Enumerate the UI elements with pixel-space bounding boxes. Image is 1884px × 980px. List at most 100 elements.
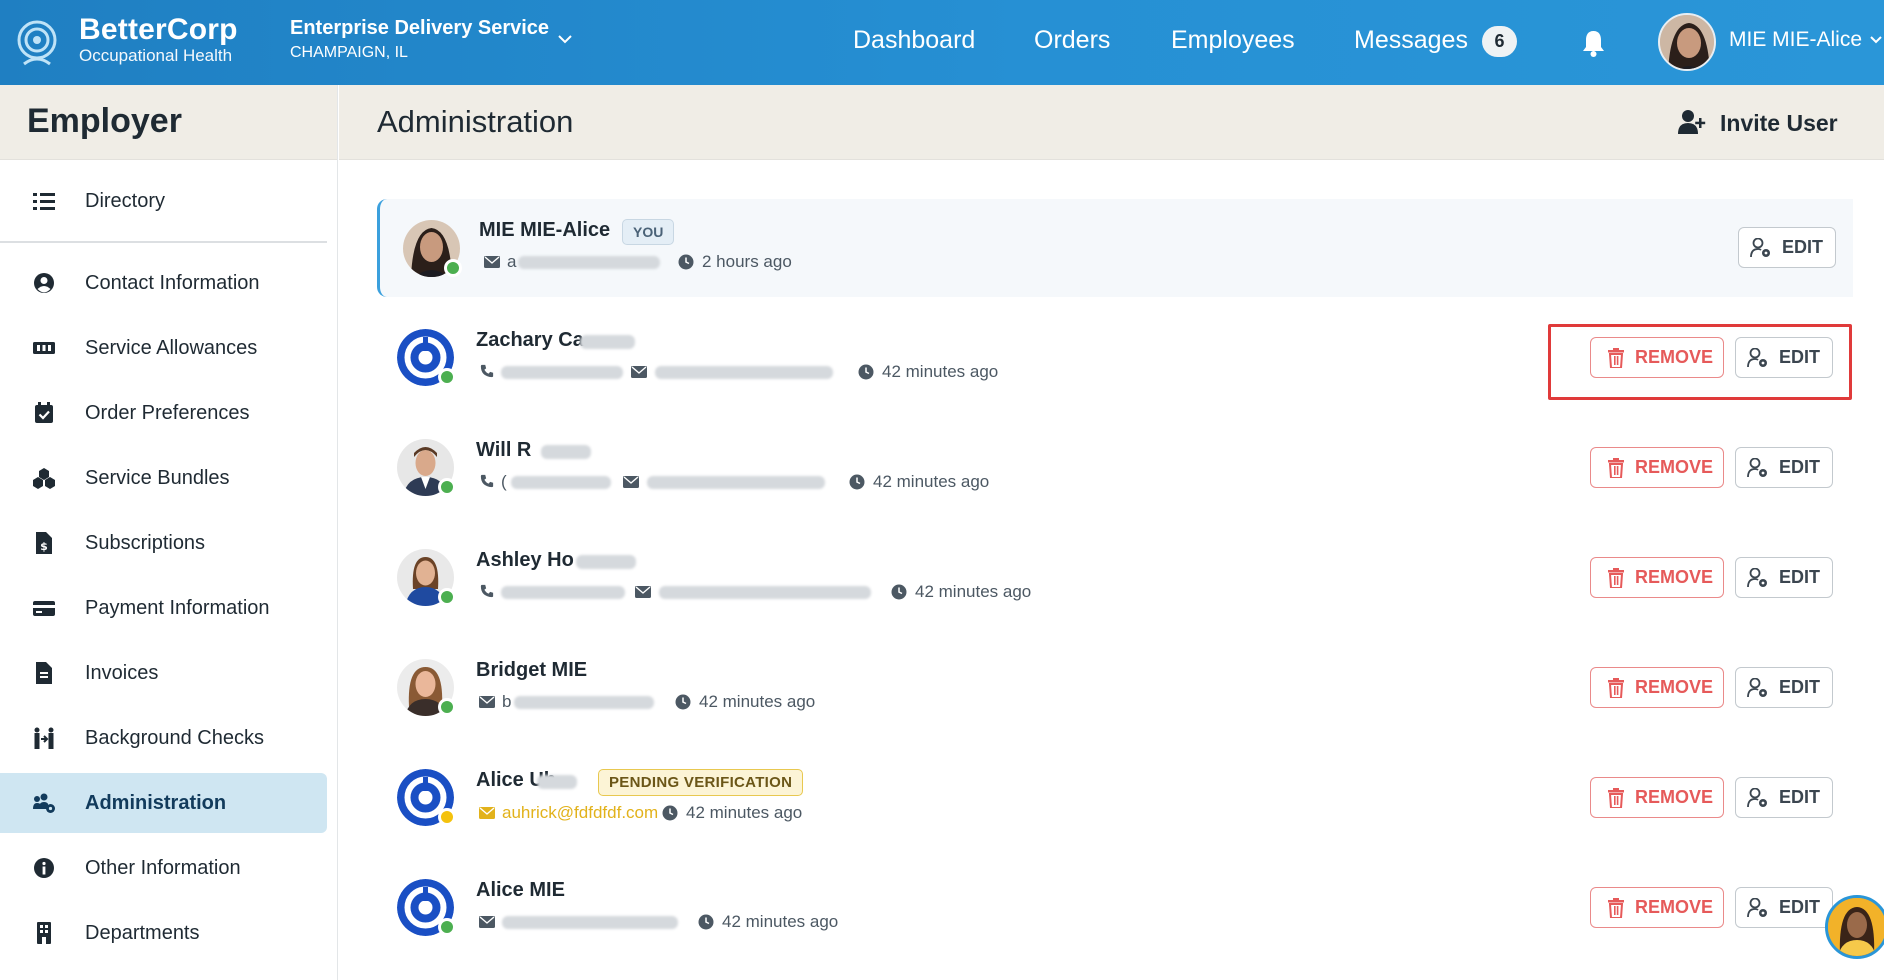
remove-button[interactable]: REMOVE: [1590, 667, 1724, 708]
edit-button[interactable]: EDIT: [1735, 557, 1833, 598]
user-meta: a 2 hours ago: [484, 250, 884, 274]
nav-dashboard[interactable]: Dashboard: [853, 22, 975, 58]
company-switcher[interactable]: Enterprise Delivery Service CHAMPAIGN, I…: [290, 16, 549, 64]
sidebar-item-other-information[interactable]: Other Information: [0, 838, 327, 898]
last-active-time: 42 minutes ago: [699, 692, 816, 711]
user-circle-icon: [34, 273, 54, 293]
user-name[interactable]: MIE MIE-Alice: [1729, 24, 1862, 56]
sidebar-item-subscriptions[interactable]: $ Subscriptions: [0, 513, 327, 573]
trash-icon: [1608, 788, 1624, 808]
edit-button[interactable]: EDIT: [1735, 447, 1833, 488]
sidebar-item-service-allowances[interactable]: Service Allowances: [0, 318, 327, 378]
sidebar-item-service-bundles[interactable]: Service Bundles: [0, 448, 327, 508]
bettercorp-logo-icon[interactable]: [14, 14, 60, 70]
remove-button[interactable]: REMOVE: [1590, 447, 1724, 488]
user-meta: auhrick@fdfdfdf.com 42 minutes ago: [479, 801, 899, 825]
user-meta: 42 minutes ago: [479, 360, 1079, 384]
user-row: Ashley Ho 42 minutes ago REMOVE EDIT: [377, 529, 1853, 627]
user-avatar[interactable]: [1658, 13, 1716, 71]
nav-employees[interactable]: Employees: [1171, 22, 1295, 58]
sidebar-item-label: Invoices: [85, 662, 159, 684]
chevron-down-icon[interactable]: [1868, 32, 1884, 48]
sidebar-item-label: Contact Information: [85, 272, 260, 294]
sidebar-item-label: Other Information: [85, 857, 241, 879]
redacted-email: [518, 256, 660, 269]
remove-label: REMOVE: [1635, 677, 1714, 697]
credit-card-icon: [33, 601, 55, 616]
envelope-icon: [623, 476, 639, 488]
chat-assistant-avatar[interactable]: [1825, 895, 1884, 959]
user-row: Bridget MIE b 42 minutes ago REMOVE EDIT: [377, 639, 1853, 737]
brand[interactable]: BetterCorp Occupational Health: [79, 14, 238, 66]
edit-label: EDIT: [1779, 787, 1821, 807]
user-cog-icon: [1747, 458, 1767, 478]
edit-button[interactable]: EDIT: [1735, 667, 1833, 708]
user-name: Alice MIE: [476, 879, 565, 901]
sidebar-item-label: Directory: [85, 190, 166, 212]
invite-user-button[interactable]: Invite User: [1678, 105, 1838, 141]
bell-icon[interactable]: [1580, 28, 1607, 58]
online-status-dot: [444, 259, 462, 277]
file-icon: [36, 662, 52, 684]
sidebar-title: Employer: [0, 85, 337, 160]
trash-icon: [1608, 458, 1624, 478]
edit-button[interactable]: EDIT: [1738, 227, 1836, 268]
user-meta: 42 minutes ago: [479, 910, 919, 934]
remove-label: REMOVE: [1635, 567, 1714, 587]
chevron-down-icon[interactable]: [556, 30, 574, 48]
redacted-phone: [501, 586, 625, 599]
sidebar-item-directory[interactable]: Directory: [0, 171, 327, 231]
sidebar-item-label: Order Preferences: [85, 402, 250, 424]
redacted-email: [647, 476, 825, 489]
sidebar-item-label: Service Allowances: [85, 337, 258, 359]
user-name: Bridget MIE: [476, 659, 588, 681]
clock-icon: [891, 584, 907, 600]
envelope-icon: [484, 256, 500, 268]
last-active-time: 42 minutes ago: [686, 803, 803, 822]
redacted-phone: [511, 476, 611, 489]
invite-user-label: Invite User: [1720, 110, 1838, 136]
clock-icon: [662, 805, 678, 821]
envelope-icon: [631, 366, 647, 378]
remove-button[interactable]: REMOVE: [1590, 887, 1724, 928]
sidebar-item-departments[interactable]: Departments: [0, 903, 327, 963]
sidebar-item-contact-information[interactable]: Contact Information: [0, 253, 327, 313]
sidebar-item-payment-information[interactable]: Payment Information: [0, 578, 327, 638]
sidebar-item-label: Payment Information: [85, 597, 270, 619]
remove-button[interactable]: REMOVE: [1590, 557, 1724, 598]
sidebar-item-label: Departments: [85, 922, 200, 944]
remove-label: REMOVE: [1635, 897, 1714, 917]
edit-label: EDIT: [1782, 237, 1824, 257]
last-active-time: 42 minutes ago: [873, 472, 990, 491]
sidebar-item-order-preferences[interactable]: Order Preferences: [0, 383, 327, 443]
user-row: MIE MIE-Alice YOU a 2 hours ago EDIT: [377, 199, 1853, 297]
user-name: Ashley Ho: [476, 549, 574, 571]
last-active-time: 42 minutes ago: [915, 582, 1032, 601]
nav-orders[interactable]: Orders: [1034, 22, 1110, 58]
redacted-email: [659, 586, 871, 599]
email-link[interactable]: auhrick@fdfdfdf.com: [502, 801, 658, 825]
file-invoice-dollar-icon: $: [36, 532, 52, 554]
last-active-time: 2 hours ago: [702, 252, 792, 271]
sidebar-item-background-checks[interactable]: Background Checks: [0, 708, 327, 768]
online-status-dot: [438, 588, 456, 606]
sidebar-item-administration[interactable]: Administration: [0, 773, 327, 833]
envelope-icon: [479, 696, 495, 708]
user-row: Will R ( 42 minutes ago REMOVE EDIT: [377, 419, 1853, 517]
clock-icon: [849, 474, 865, 490]
redacted-name: [580, 335, 635, 349]
edit-label: EDIT: [1779, 897, 1821, 917]
remove-label: REMOVE: [1635, 787, 1714, 807]
user-plus-icon: [1678, 110, 1706, 134]
last-active-time: 42 minutes ago: [722, 912, 839, 931]
remove-button[interactable]: REMOVE: [1590, 777, 1724, 818]
sidebar-item-label: Service Bundles: [85, 467, 230, 489]
edit-button[interactable]: EDIT: [1735, 777, 1833, 818]
clock-icon: [698, 914, 714, 930]
annotation-highlight-box: [1548, 324, 1852, 400]
nav-messages[interactable]: Messages: [1354, 22, 1468, 58]
users-cog-icon: [33, 793, 55, 813]
edit-button[interactable]: EDIT: [1735, 887, 1833, 928]
trash-icon: [1608, 568, 1624, 588]
sidebar-item-invoices[interactable]: Invoices: [0, 643, 327, 703]
